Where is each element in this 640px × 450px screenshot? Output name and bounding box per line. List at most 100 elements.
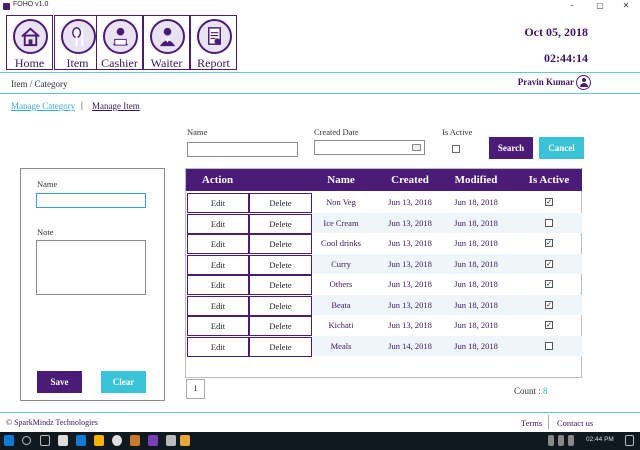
app-folder-icon[interactable]: [130, 435, 140, 446]
nav-item-button[interactable]: Item: [54, 15, 101, 70]
delete-button[interactable]: Delete: [249, 254, 312, 275]
table-row: Edit Delete Meals Jun 14, 2018 Jun 18, 2018: [186, 335, 582, 357]
report-icon: [197, 19, 232, 54]
delete-button[interactable]: Delete: [249, 193, 312, 213]
edit-button[interactable]: Edit: [187, 193, 249, 213]
edit-button[interactable]: Edit: [187, 254, 249, 275]
delete-button[interactable]: Delete: [249, 234, 312, 254]
col-modified[interactable]: Modified: [442, 169, 510, 191]
active-checkbox-checked[interactable]: ✓: [545, 259, 553, 268]
nav-item-label: Item: [66, 56, 89, 70]
cancel-button[interactable]: Cancel: [539, 137, 584, 159]
edit-button[interactable]: Edit: [187, 336, 249, 357]
active-checkbox-checked[interactable]: ✓: [545, 198, 553, 206]
nav-report-label: Report: [197, 56, 230, 70]
pagination-page-1[interactable]: 1: [186, 379, 205, 399]
col-active[interactable]: Is Active: [516, 169, 582, 191]
breadcrumb-divider: [0, 93, 640, 94]
table-row: Edit Delete Cool drinks Jun 13, 2018 Jun 18,…: [186, 233, 582, 254]
edit-button[interactable]: Edit: [187, 316, 249, 336]
table-row: Edit Delete Beata Jun 13, 2018 Jun 18, 2018 ✓: [186, 294, 582, 316]
filter-name-label: Name: [187, 127, 208, 137]
edge-browser-icon[interactable]: [76, 435, 86, 446]
nav-home-label: Home: [14, 56, 45, 70]
header-date: Oct 05, 2018: [524, 25, 588, 39]
search-button[interactable]: Search: [489, 137, 533, 159]
windows-start-icon[interactable]: [4, 435, 14, 446]
active-checkbox-checked[interactable]: ✓: [545, 300, 553, 309]
delete-button[interactable]: Delete: [249, 213, 312, 234]
terms-link[interactable]: Terms: [521, 418, 542, 428]
user-avatar-icon[interactable]: [576, 75, 591, 90]
notifications-icon[interactable]: [625, 435, 634, 446]
nav-cashier-button[interactable]: Cashier: [96, 15, 143, 70]
form-name-input[interactable]: [36, 193, 146, 208]
table-header: Action Name Created Modified Is Active: [186, 169, 582, 191]
active-checkbox-checked[interactable]: ✓: [545, 321, 553, 329]
chrome-icon[interactable]: [112, 435, 122, 446]
filter-active-checkbox[interactable]: [452, 145, 460, 153]
minimize-button[interactable]: –: [560, 0, 584, 12]
active-checkbox-unchecked[interactable]: [545, 218, 553, 227]
search-icon[interactable]: [22, 436, 31, 445]
cell-created: Jun 13, 2018: [388, 238, 432, 248]
close-button[interactable]: ✕: [614, 0, 638, 12]
calendar-icon[interactable]: [412, 144, 421, 151]
task-view-icon[interactable]: [40, 435, 50, 446]
col-name[interactable]: Name: [312, 169, 370, 191]
delete-button[interactable]: Delete: [249, 295, 312, 316]
delete-button[interactable]: Delete: [249, 316, 312, 336]
nav-waiter-label: Waiter: [150, 56, 183, 70]
save-button[interactable]: Save: [37, 371, 82, 393]
edit-button[interactable]: Edit: [187, 275, 249, 295]
cashier-icon: [103, 19, 138, 54]
window-title: FOHO v1.0: [13, 1, 49, 8]
maximize-button[interactable]: ▢: [588, 0, 612, 12]
cell-name: Non Veg: [326, 197, 356, 207]
form-note-textarea[interactable]: [36, 240, 146, 295]
nav-cashier-label: Cashier: [101, 56, 138, 70]
delete-button[interactable]: Delete: [249, 275, 312, 295]
tab-manage-item[interactable]: Manage Item: [92, 101, 140, 111]
cell-modified: Jun 18, 2018: [454, 340, 498, 351]
active-checkbox-checked[interactable]: ✓: [545, 280, 553, 288]
header-divider: [0, 72, 640, 73]
edit-button[interactable]: Edit: [187, 213, 249, 234]
delete-button[interactable]: Delete: [249, 336, 312, 357]
edit-button[interactable]: Edit: [187, 234, 249, 254]
active-checkbox-checked[interactable]: ✓: [545, 239, 553, 247]
cell-name: Curry: [331, 258, 351, 269]
filter-created-date-picker[interactable]: [314, 140, 425, 155]
table-row: Edit Delete Ice Cream Jun 13, 2018 Jun 18, 2…: [186, 212, 582, 234]
cell-name: Meals: [330, 340, 352, 351]
table-row: Edit Delete Curry Jun 13, 2018 Jun 18, 2018 ✓: [186, 253, 582, 275]
filter-created-label: Created Date: [314, 127, 359, 137]
filter-name-input[interactable]: [187, 142, 298, 157]
cell-modified: Jun 18, 2018: [454, 217, 498, 228]
store-icon[interactable]: [58, 435, 68, 446]
home-icon: [13, 19, 48, 54]
tray-volume-icon[interactable]: [558, 435, 564, 446]
tab-manage-category[interactable]: Manage Category: [11, 101, 75, 111]
nav-waiter-button[interactable]: Waiter: [143, 15, 190, 70]
cell-created: Jun 13, 2018: [388, 258, 432, 269]
tray-battery-icon[interactable]: [568, 435, 574, 446]
copyright-text: © SparkMindz Technologies: [6, 418, 99, 427]
edit-button[interactable]: Edit: [187, 295, 249, 316]
visual-studio-icon[interactable]: [148, 435, 158, 446]
nav-home-button[interactable]: Home: [6, 15, 53, 70]
clear-button[interactable]: Clear: [101, 371, 146, 393]
nav-report-button[interactable]: Report: [190, 15, 237, 70]
taskbar-clock[interactable]: 02:44 PM: [586, 436, 614, 443]
os-taskbar: 02:44 PM: [0, 432, 640, 450]
table-row: Edit Delete Non Veg Jun 13, 2018 Jun 18, 201…: [186, 192, 582, 213]
cell-created: Jun 14, 2018: [388, 340, 432, 351]
app-window-icon[interactable]: [166, 435, 176, 446]
contact-link[interactable]: Contact us: [557, 418, 593, 428]
file-explorer-icon[interactable]: [94, 435, 104, 446]
tray-network-icon[interactable]: [548, 435, 554, 446]
cell-name: Kichati: [328, 320, 354, 330]
col-created[interactable]: Created: [378, 169, 442, 191]
foho-app-icon[interactable]: [180, 435, 190, 446]
active-checkbox-unchecked[interactable]: [545, 341, 553, 350]
